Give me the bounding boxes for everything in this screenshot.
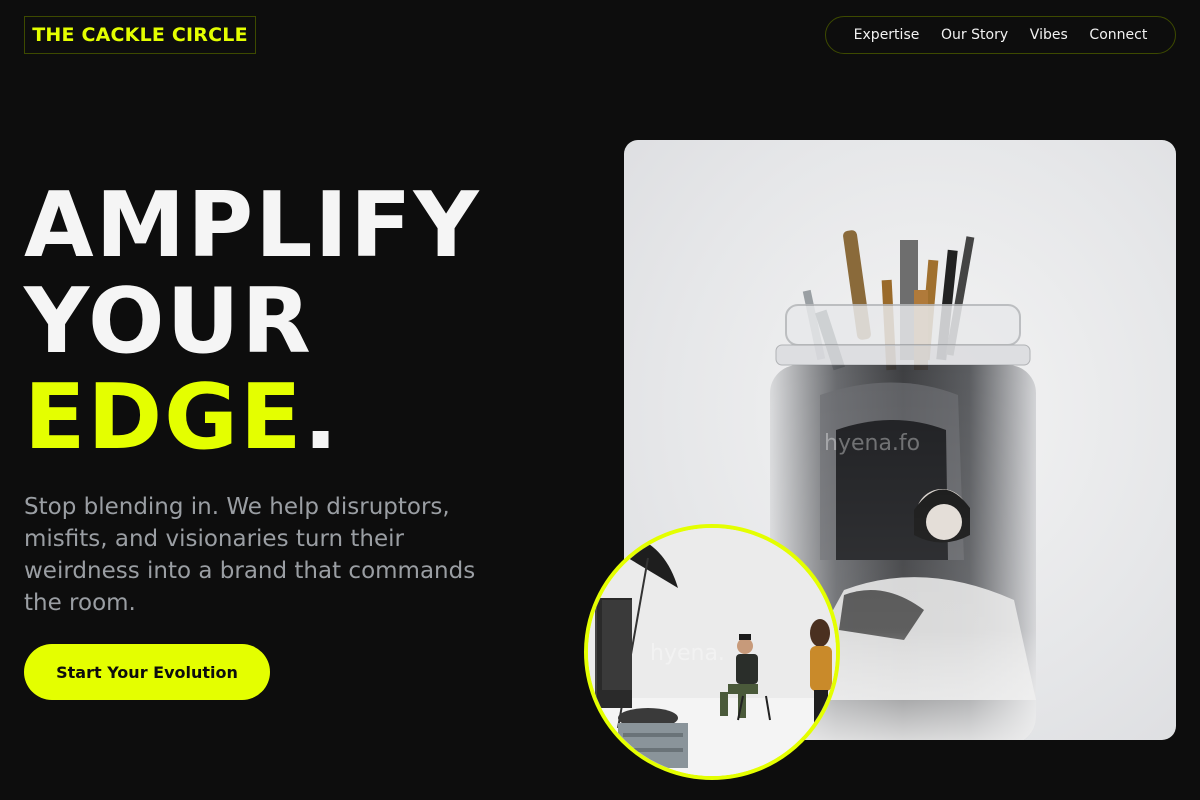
headline-line-2: YOUR [24,269,313,374]
nav-link-our-story[interactable]: Our Story [941,27,1008,43]
nav-link-connect[interactable]: Connect [1089,27,1147,43]
start-evolution-button[interactable]: Start Your Evolution [24,644,270,700]
hero-photo-studio-circle: hyena. [584,524,840,780]
nav-link-expertise[interactable]: Expertise [854,27,920,43]
headline-period: . [303,365,340,470]
headline-accent-word: EDGE [24,365,304,470]
nav-link-vibes[interactable]: Vibes [1030,27,1068,43]
main-photo-watermark: hyena.fo [824,431,920,456]
headline-line-3: EDGE. [24,370,481,466]
circle-photo-watermark: hyena. [650,641,725,666]
hero-subtext: Stop blending in. We help disruptors, mi… [24,494,476,616]
main-nav: Expertise Our Story Vibes Connect [825,16,1176,54]
hero-headline: AMPLIFY YOUR EDGE. [24,178,481,466]
studio-illustration: hyena. [588,528,836,776]
headline-line-1: AMPLIFY [24,173,481,278]
site-logo[interactable]: THE CACKLE CIRCLE [24,16,256,54]
